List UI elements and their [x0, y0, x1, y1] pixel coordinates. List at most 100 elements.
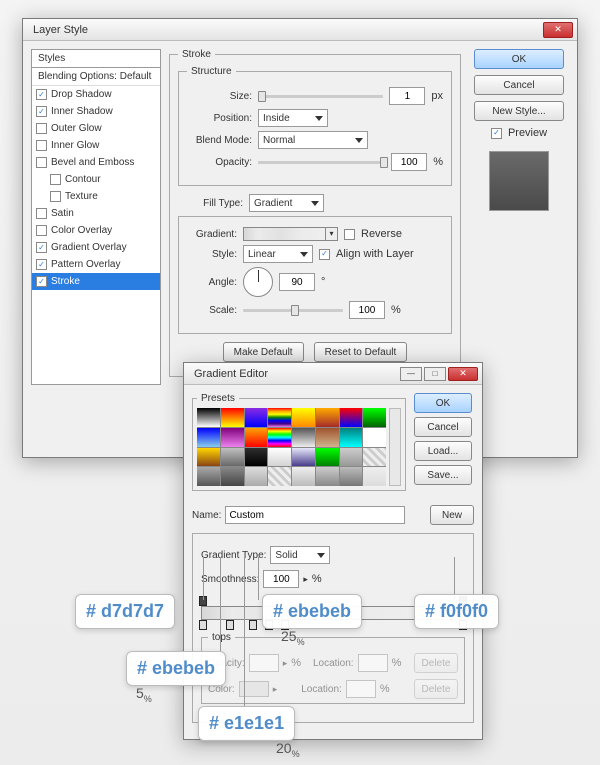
color-stop[interactable] [199, 620, 207, 630]
style-item-gradient-overlay[interactable]: Gradient Overlay [32, 239, 160, 256]
preset-swatch[interactable] [268, 428, 291, 447]
style-checkbox[interactable] [36, 123, 47, 134]
style-checkbox[interactable] [36, 259, 47, 270]
style-checkbox[interactable] [36, 140, 47, 151]
preset-swatch[interactable] [268, 408, 291, 427]
titlebar[interactable]: Layer Style ✕ [23, 19, 577, 41]
new-style-button[interactable]: New Style... [474, 101, 564, 121]
ge-type-dropdown[interactable]: Solid [270, 546, 330, 564]
preset-grid[interactable] [197, 408, 386, 486]
blendmode-dropdown[interactable]: Normal [258, 131, 368, 149]
style-checkbox[interactable] [50, 174, 61, 185]
ge-ok-button[interactable]: OK [414, 393, 472, 413]
gradstyle-dropdown[interactable]: Linear [243, 245, 313, 263]
style-checkbox[interactable] [36, 208, 47, 219]
style-checkbox[interactable] [36, 242, 47, 253]
preset-swatch[interactable] [363, 428, 386, 447]
style-checkbox[interactable] [50, 191, 61, 202]
style-item-color-overlay[interactable]: Color Overlay [32, 222, 160, 239]
preset-swatch[interactable] [268, 467, 291, 486]
presets-scrollbar[interactable] [389, 408, 401, 486]
preset-swatch[interactable] [363, 448, 386, 467]
size-input[interactable] [389, 87, 425, 105]
gradient-swatch[interactable]: ▾ [243, 227, 338, 241]
preset-swatch[interactable] [197, 448, 220, 467]
ge-name-input[interactable] [225, 506, 405, 524]
align-checkbox[interactable] [319, 249, 330, 260]
ge-load-button[interactable]: Load... [414, 441, 472, 461]
opacity-input[interactable] [391, 153, 427, 171]
preview-checkbox[interactable] [491, 128, 502, 139]
style-item-pattern-overlay[interactable]: Pattern Overlay [32, 256, 160, 273]
preset-swatch[interactable] [292, 428, 315, 447]
style-checkbox[interactable] [36, 89, 47, 100]
angle-dial[interactable] [243, 267, 273, 297]
style-item-inner-glow[interactable]: Inner Glow [32, 137, 160, 154]
style-item-texture[interactable]: Texture [32, 188, 160, 205]
preset-swatch[interactable] [363, 467, 386, 486]
maximize-icon[interactable]: □ [424, 367, 446, 381]
ge-cancel-button[interactable]: Cancel [414, 417, 472, 437]
close-icon[interactable]: ✕ [543, 22, 573, 38]
preset-swatch[interactable] [316, 408, 339, 427]
preset-swatch[interactable] [245, 448, 268, 467]
preset-swatch[interactable] [197, 408, 220, 427]
preset-swatch[interactable] [292, 467, 315, 486]
preset-swatch[interactable] [316, 467, 339, 486]
preset-swatch[interactable] [340, 448, 363, 467]
preset-swatch[interactable] [292, 448, 315, 467]
style-item-bevel-and-emboss[interactable]: Bevel and Emboss [32, 154, 160, 171]
style-item-drop-shadow[interactable]: Drop Shadow [32, 86, 160, 103]
style-checkbox[interactable] [36, 225, 47, 236]
ge-save-button[interactable]: Save... [414, 465, 472, 485]
styles-header[interactable]: Styles [32, 50, 160, 68]
style-checkbox[interactable] [36, 157, 47, 168]
reset-default-button[interactable]: Reset to Default [314, 342, 408, 362]
preset-swatch[interactable] [340, 467, 363, 486]
preset-swatch[interactable] [221, 408, 244, 427]
style-checkbox[interactable] [36, 276, 47, 287]
style-item-satin[interactable]: Satin [32, 205, 160, 222]
preset-swatch[interactable] [363, 408, 386, 427]
blending-options[interactable]: Blending Options: Default [32, 68, 160, 86]
preset-swatch[interactable] [197, 467, 220, 486]
style-item-stroke[interactable]: Stroke [32, 273, 160, 290]
preset-swatch[interactable] [197, 428, 220, 447]
style-item-inner-shadow[interactable]: Inner Shadow [32, 103, 160, 120]
ge-new-button[interactable]: New [430, 505, 474, 525]
preset-swatch[interactable] [292, 408, 315, 427]
filltype-dropdown[interactable]: Gradient [249, 194, 324, 212]
preset-swatch[interactable] [221, 448, 244, 467]
scale-input[interactable] [349, 301, 385, 319]
ge-close-icon[interactable]: ✕ [448, 367, 478, 381]
ge-smooth-input[interactable] [263, 570, 299, 588]
preset-swatch[interactable] [316, 448, 339, 467]
opacity-slider[interactable] [258, 161, 385, 164]
position-dropdown[interactable]: Inside [258, 109, 328, 127]
preset-swatch[interactable] [221, 467, 244, 486]
size-slider[interactable] [258, 95, 383, 98]
ok-button[interactable]: OK [474, 49, 564, 69]
preset-swatch[interactable] [221, 428, 244, 447]
preset-swatch[interactable] [340, 428, 363, 447]
preview-swatch [489, 151, 549, 211]
preset-swatch[interactable] [268, 448, 291, 467]
make-default-button[interactable]: Make Default [223, 342, 304, 362]
style-item-contour[interactable]: Contour [32, 171, 160, 188]
reverse-label: Reverse [361, 228, 402, 240]
scale-slider[interactable] [243, 309, 343, 312]
ge-titlebar[interactable]: Gradient Editor — □ ✕ [184, 363, 482, 385]
angle-input[interactable] [279, 273, 315, 291]
style-checkbox[interactable] [36, 106, 47, 117]
style-item-outer-glow[interactable]: Outer Glow [32, 120, 160, 137]
preset-swatch[interactable] [245, 467, 268, 486]
preset-swatch[interactable] [245, 408, 268, 427]
preset-swatch[interactable] [340, 408, 363, 427]
color-stop[interactable] [249, 620, 257, 630]
minimize-icon[interactable]: — [400, 367, 422, 381]
color-stop[interactable] [226, 620, 234, 630]
preset-swatch[interactable] [316, 428, 339, 447]
cancel-button[interactable]: Cancel [474, 75, 564, 95]
preset-swatch[interactable] [245, 428, 268, 447]
reverse-checkbox[interactable] [344, 229, 355, 240]
